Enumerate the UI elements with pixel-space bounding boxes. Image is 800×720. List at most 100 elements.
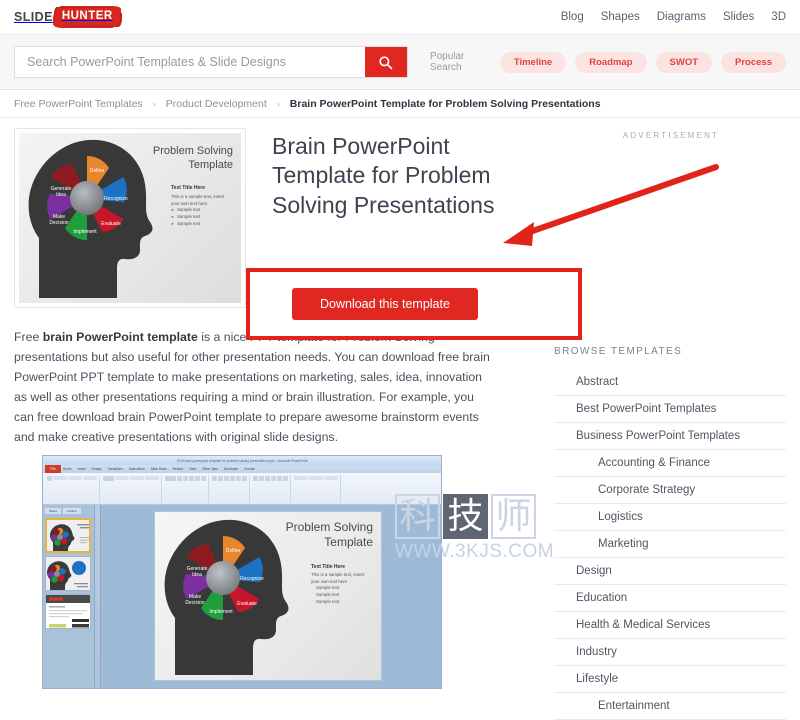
nav-item-diagrams[interactable]: Diagrams [657,11,706,23]
nav-item-shapes[interactable]: Shapes [601,11,640,23]
breadcrumb-item-category[interactable]: Product Development [166,98,267,110]
nav-item-3d[interactable]: 3D [771,11,786,23]
ppt-icon-reset[interactable] [130,476,144,480]
ppt-tab-view[interactable]: View [189,467,196,471]
ppt-icon-replace[interactable] [309,476,323,480]
popular-tag-timeline[interactable]: Timeline [499,51,567,73]
browse-item-business-powerpoint-templates[interactable]: Business PowerPoint Templates [554,423,786,449]
ppt-icon-new-slide[interactable] [103,476,114,481]
svg-text:Decision: Decision [49,220,68,226]
browse-item-marketing[interactable]: Marketing [554,531,786,557]
browse-item-health-medical-services[interactable]: Health & Medical Services [554,612,786,638]
ppt-icon-shape-fill[interactable] [283,476,288,481]
ppt-icon-layout[interactable] [115,476,129,480]
browse-item-logistics[interactable]: Logistics [554,504,786,530]
nav-item-blog[interactable]: Blog [561,11,584,23]
ppt-tab-officetabs[interactable]: Office Tabs [202,467,218,471]
browse-item-industry[interactable]: Industry [554,639,786,665]
search-submit-button[interactable] [364,47,407,77]
ppt-icon-arrange[interactable] [271,476,276,481]
site-logo[interactable]: SLIDE HUNTER [14,6,120,28]
ppt-icon-font-size[interactable] [177,476,182,481]
ppt-icon-section[interactable] [145,476,159,480]
ppt-icon-paste[interactable] [47,476,52,481]
ppt-icon-italic[interactable] [189,476,194,481]
search-box[interactable] [14,46,408,78]
advertisement-slot: ADVERTISEMENT [556,128,786,140]
browse-item-lifestyle[interactable]: Lifestyle [554,666,786,692]
ppt-thumbnail-slide-3[interactable] [45,594,91,629]
powerpoint-screenshot: 2016 brain powerpoint template for probl… [42,455,442,689]
ppt-icon-font-name[interactable] [165,476,176,481]
popular-tag-process[interactable]: Process [721,51,786,73]
list-item: Logistics [554,504,786,531]
ppt-navigator-tab-slides[interactable]: Slides [45,508,62,514]
breadcrumb: Free PowerPoint Templates › Product Deve… [0,90,800,118]
ppt-icon-bold[interactable] [183,476,188,481]
svg-text:Idea: Idea [192,572,202,578]
ppt-tab-developer[interactable]: Developer [224,467,239,471]
browse-item-corporate-strategy[interactable]: Corporate Strategy [554,477,786,503]
ppt-thumbnail-slide-2[interactable] [45,556,91,591]
ppt-tab-format[interactable]: Format [244,467,254,471]
popular-tag-swot[interactable]: SWOT [655,51,713,73]
ppt-ribbon-group-font [163,475,209,503]
ppt-icon-align-right[interactable] [236,476,241,481]
ppt-thumbnail-slide-1[interactable] [45,518,91,553]
primary-nav: Blog Shapes Diagrams Slides 3D [561,0,786,34]
ppt-tab-design[interactable]: Design [92,467,102,471]
list-item: Industry [554,639,786,666]
ppt-active-slide[interactable]: Problem Solving Template Text Title Here… [154,511,382,681]
ppt-tab-animations[interactable]: Animations [129,467,145,471]
ppt-right-scrollbar[interactable] [435,505,441,688]
ppt-icon-cut[interactable] [53,476,67,480]
ppt-icon-shape-circle[interactable] [259,476,264,481]
ppt-icon-shape-rect[interactable] [253,476,258,481]
list-item: Accounting & Finance [554,450,786,477]
ppt-icon-bullets[interactable] [212,476,217,481]
list-item: Business PowerPoint Templates [554,423,786,450]
browse-item-education[interactable]: Education [554,585,786,611]
ppt-icon-columns[interactable] [242,476,247,481]
ppt-icon-shadow[interactable] [201,476,206,481]
svg-text:Define: Define [90,168,105,174]
ppt-icon-find[interactable] [294,476,308,480]
breadcrumb-item-home[interactable]: Free PowerPoint Templates [14,98,143,110]
svg-text:Recognize: Recognize [104,196,128,202]
main-content: Problem Solving Template Text Title Here… [0,118,800,340]
browse-item-best-powerpoint-templates[interactable]: Best PowerPoint Templates [554,396,786,422]
search-input[interactable] [15,47,365,77]
svg-text:Idea: Idea [56,192,66,198]
browse-templates-list: Abstract Best PowerPoint Templates Busin… [554,369,786,720]
ppt-file-tab[interactable]: File [45,465,61,473]
ppt-icon-numbering[interactable] [218,476,223,481]
ppt-tab-home[interactable]: Home [63,467,72,471]
ppt-icon-align-center[interactable] [230,476,235,481]
ppt-icon-copy[interactable] [68,476,82,480]
template-preview-card[interactable]: Problem Solving Template Text Title Here… [14,128,246,308]
ppt-icon-align-left[interactable] [224,476,229,481]
template-description: Free brain PowerPoint template is a nice… [14,328,494,447]
ppt-icon-underline[interactable] [195,476,200,481]
watermark-char-3: 师 [491,494,536,539]
browse-item-accounting-finance[interactable]: Accounting & Finance [554,450,786,476]
search-icon [378,55,393,70]
ppt-tab-review[interactable]: Review [173,467,183,471]
ppt-navigator-tab-outline[interactable]: Outline [63,508,81,514]
nav-item-slides[interactable]: Slides [723,11,754,23]
browse-item-abstract[interactable]: Abstract [554,369,786,395]
ppt-icon-shape-arrow[interactable] [265,476,270,481]
ppt-tab-insert[interactable]: Insert [78,467,86,471]
ppt-icon-format-painter[interactable] [83,476,97,480]
ppt-slide-navigator[interactable]: Slides Outline [43,505,95,688]
advertisement-label: ADVERTISEMENT [622,131,720,140]
download-template-button[interactable]: Download this template [292,288,478,320]
preview-slide-body: Text Title Here This is a sample text, i… [171,185,233,228]
ppt-tab-slideshow[interactable]: Slide Show [151,467,167,471]
popular-tag-roadmap[interactable]: Roadmap [575,51,647,73]
ppt-tab-transitions[interactable]: Transitions [107,467,122,471]
ppt-icon-quick-styles[interactable] [277,476,282,481]
browse-item-entertainment[interactable]: Entertainment [554,693,786,719]
browse-item-design[interactable]: Design [554,558,786,584]
ppt-icon-select[interactable] [324,476,338,480]
